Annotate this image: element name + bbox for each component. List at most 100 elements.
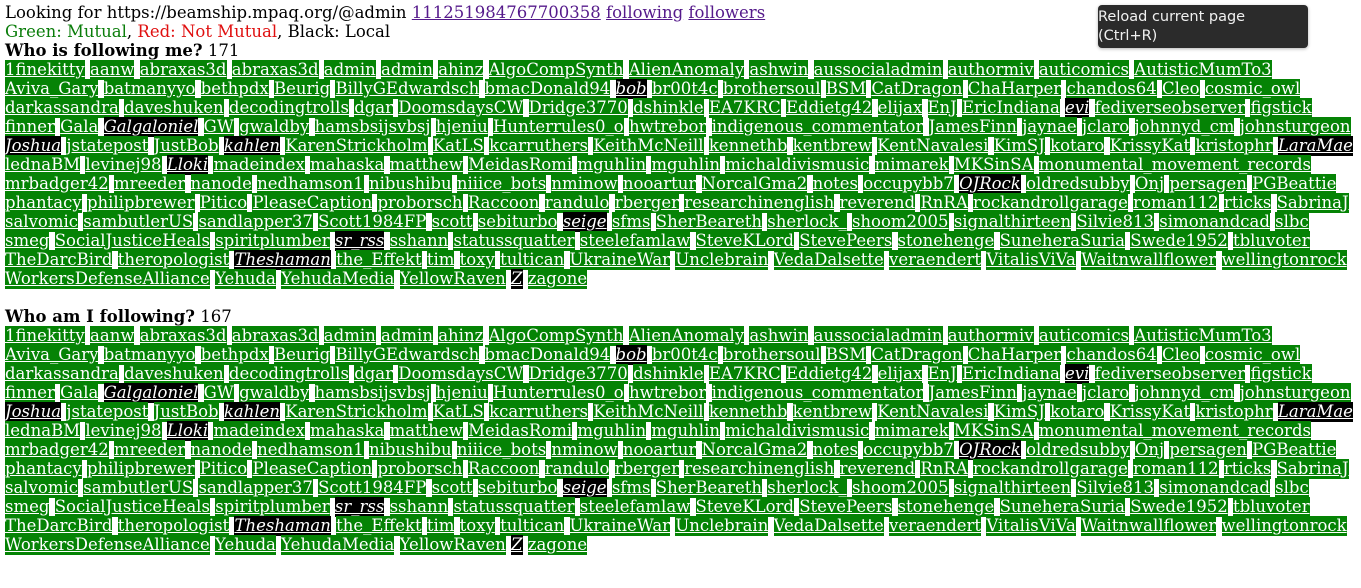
following-account-link[interactable]: sherlock_ xyxy=(767,478,847,498)
follower-account-link[interactable]: ChaHarper xyxy=(967,79,1062,99)
following-account-link[interactable]: roman112 xyxy=(1133,459,1219,479)
follower-account-link[interactable]: Hunterrules0_o xyxy=(493,117,624,137)
following-account-link[interactable]: phantacy xyxy=(5,459,82,479)
following-account-link[interactable]: SocialJusticeHeals xyxy=(54,497,210,517)
following-account-link[interactable]: auticomics xyxy=(1038,326,1130,346)
follower-account-link[interactable]: AlgoCompSynth xyxy=(488,60,624,80)
following-account-link[interactable]: AlienAnomaly xyxy=(628,326,745,346)
following-account-link[interactable]: indigenous_commentator xyxy=(711,383,924,403)
follower-account-link[interactable]: veraendert xyxy=(889,250,982,270)
follower-account-link[interactable]: Beurig xyxy=(273,79,331,99)
follower-account-link[interactable]: Pitico xyxy=(199,193,248,213)
following-account-link[interactable]: nanode xyxy=(190,440,252,460)
follower-account-link[interactable]: YellowRaven xyxy=(399,269,506,289)
follower-account-link[interactable]: hamsbsijsvbsj xyxy=(314,117,431,137)
follower-account-link[interactable]: Gala xyxy=(60,117,99,137)
follower-account-link[interactable]: TheDarcBird xyxy=(5,250,113,270)
follower-account-link[interactable]: indigenous_commentator xyxy=(711,117,924,137)
following-account-link[interactable]: CatDragon xyxy=(871,345,963,365)
following-account-link[interactable]: WorkersDefenseAlliance xyxy=(5,535,210,555)
following-account-link[interactable]: sr_rss xyxy=(334,497,385,517)
follower-account-link[interactable]: UkraineWar xyxy=(569,250,671,270)
follower-account-link[interactable]: Theshaman xyxy=(234,250,331,270)
following-account-link[interactable]: PGBeattie xyxy=(1252,440,1337,460)
follower-account-link[interactable]: philipbrewer xyxy=(86,193,195,213)
following-account-link[interactable]: the_Effekt xyxy=(336,516,422,536)
follower-account-link[interactable]: sr_rss xyxy=(334,231,385,251)
follower-account-link[interactable]: brothersoul xyxy=(722,79,821,99)
following-account-link[interactable]: notes xyxy=(812,440,858,460)
following-account-link[interactable]: sshann xyxy=(389,497,449,517)
following-account-link[interactable]: RnRA xyxy=(920,459,968,479)
follower-account-link[interactable]: bob xyxy=(615,79,647,99)
following-account-link[interactable]: zagone xyxy=(527,535,588,555)
follower-account-link[interactable]: admin xyxy=(381,60,433,80)
following-account-link[interactable]: ahinz xyxy=(438,326,484,346)
following-account-link[interactable]: Theshaman xyxy=(234,516,331,536)
follower-account-link[interactable]: batmanyyo xyxy=(103,79,196,99)
following-account-link[interactable]: shoom2005 xyxy=(851,478,949,498)
following-account-link[interactable]: nibushibu xyxy=(368,440,452,460)
following-account-link[interactable]: gwaldby xyxy=(239,383,310,403)
following-account-link[interactable]: admin xyxy=(381,326,433,346)
following-account-link[interactable]: br00t4c xyxy=(651,345,718,365)
follower-account-link[interactable]: salvomic xyxy=(5,212,79,232)
follower-account-link[interactable]: EA7KRC xyxy=(708,98,781,118)
following-account-link[interactable]: occupybb7 xyxy=(863,440,954,460)
following-account-link[interactable]: veraendert xyxy=(889,516,982,536)
follower-account-link[interactable]: randulo xyxy=(544,193,610,213)
following-account-link[interactable]: Yehuda xyxy=(214,535,276,555)
follower-account-link[interactable]: sebiturbo xyxy=(477,212,558,232)
follower-account-link[interactable]: Unclebrain xyxy=(675,250,769,270)
following-account-link[interactable]: monumental_movement_records xyxy=(1038,421,1311,441)
following-account-link[interactable]: steelefamlaw xyxy=(579,497,691,517)
follower-account-link[interactable]: jclaro xyxy=(1081,117,1130,137)
following-account-link[interactable]: figstick xyxy=(1250,364,1312,384)
follower-account-link[interactable]: KarenStrickholm xyxy=(285,136,428,156)
following-account-link[interactable]: bmacDonald94 xyxy=(484,345,611,365)
follower-account-link[interactable]: nanode xyxy=(190,174,252,194)
following-account-link[interactable]: smeg xyxy=(5,497,50,517)
follower-account-link[interactable]: wellingtonrock xyxy=(1221,250,1347,270)
follower-account-link[interactable]: spiritplumber xyxy=(215,231,330,251)
following-account-link[interactable]: aussocialadmin xyxy=(813,326,943,346)
follower-account-link[interactable]: nibushibu xyxy=(368,174,452,194)
follower-account-link[interactable]: smeg xyxy=(5,231,50,251)
follower-account-link[interactable]: sherlock_ xyxy=(767,212,847,232)
following-account-link[interactable]: kahlen xyxy=(223,402,281,422)
follower-account-link[interactable]: decodingtrolls xyxy=(228,98,349,118)
follower-account-link[interactable]: seige xyxy=(562,212,607,232)
following-account-link[interactable]: tultican xyxy=(500,516,565,536)
follower-account-link[interactable]: sambutlerUS xyxy=(83,212,194,232)
follower-account-link[interactable]: kristophr xyxy=(1195,136,1273,156)
follower-account-link[interactable]: auticomics xyxy=(1038,60,1130,80)
follower-account-link[interactable]: admin xyxy=(323,60,376,80)
following-account-link[interactable]: signalthirteen xyxy=(953,478,1072,498)
follower-account-link[interactable]: mguhlin xyxy=(577,155,647,175)
follower-account-link[interactable]: daveshuken xyxy=(124,98,224,118)
follower-account-link[interactable]: WorkersDefenseAlliance xyxy=(5,269,210,289)
follower-account-link[interactable]: gwaldby xyxy=(239,117,310,137)
following-account-link[interactable]: Pitico xyxy=(199,459,248,479)
follower-account-link[interactable]: mahaska xyxy=(310,155,385,175)
follower-account-link[interactable]: darkassandra xyxy=(5,98,119,118)
following-account-link[interactable]: 1finekitty xyxy=(5,326,85,346)
following-account-link[interactable]: lednaBM xyxy=(5,421,81,441)
following-account-link[interactable]: niiice_bots xyxy=(456,440,547,460)
following-account-link[interactable]: mreeder xyxy=(113,440,186,460)
following-account-link[interactable]: SuneheraSuria xyxy=(999,497,1125,517)
following-account-link[interactable]: fediverseobserver xyxy=(1094,364,1246,384)
following-account-link[interactable]: Swede1952 xyxy=(1130,497,1228,517)
follower-account-link[interactable]: occupybb7 xyxy=(863,174,954,194)
follower-account-link[interactable]: Yehuda xyxy=(214,269,276,289)
following-account-link[interactable]: stonehenge xyxy=(897,497,995,517)
follower-account-link[interactable]: Lloki xyxy=(166,155,209,175)
following-account-link[interactable]: Scott1984FP xyxy=(318,478,427,498)
follower-account-link[interactable]: mguhlin xyxy=(651,155,720,175)
follower-account-link[interactable]: nooartur xyxy=(622,174,697,194)
follower-account-link[interactable]: EricIndiana xyxy=(962,98,1060,118)
follower-account-link[interactable]: 1finekitty xyxy=(5,60,85,80)
follower-account-link[interactable]: EnJ xyxy=(927,98,957,118)
following-account-link[interactable]: salvomic xyxy=(5,478,79,498)
following-account-link[interactable]: abraxas3d xyxy=(139,326,227,346)
